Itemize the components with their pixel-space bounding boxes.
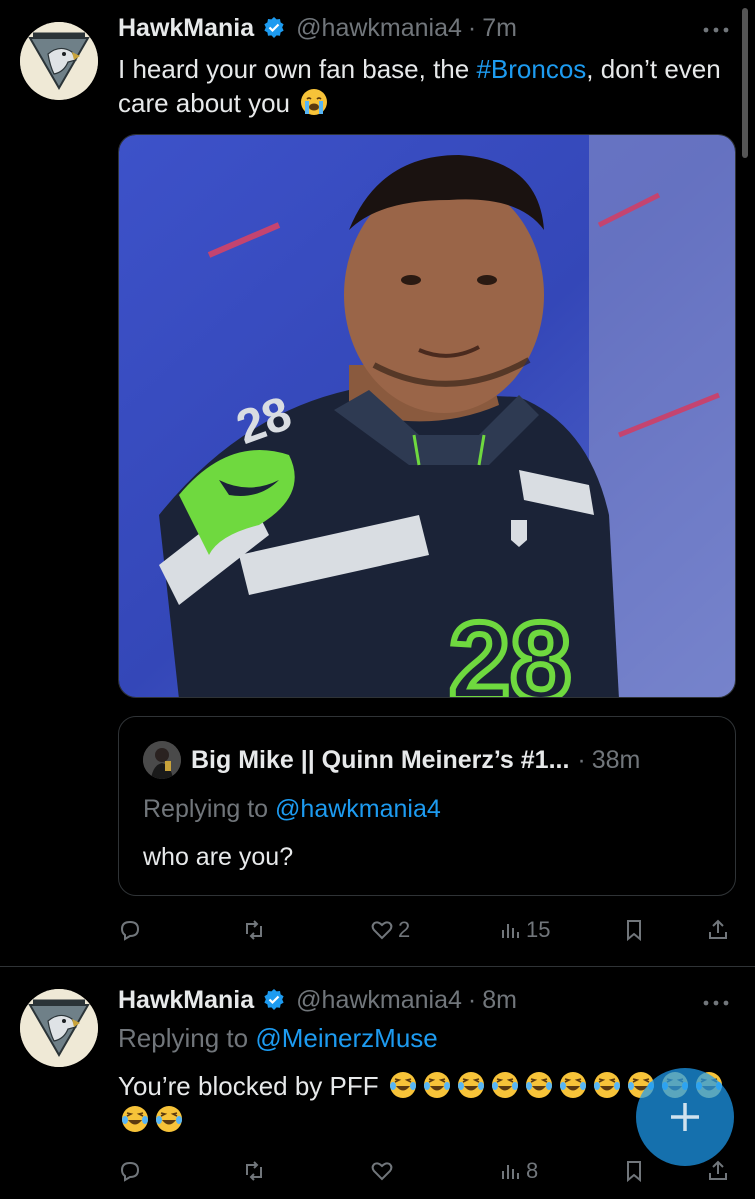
separator-dot: · [467, 985, 477, 1014]
like-count: 2 [398, 917, 411, 942]
tweet-actions: 2 15 [118, 912, 727, 948]
tweet-actions: 8 [118, 1153, 727, 1189]
retweet-icon [246, 920, 262, 940]
reply-button[interactable] [118, 1153, 146, 1189]
more-icon[interactable] [699, 993, 733, 1013]
laughing-emoji-icon [156, 1106, 182, 1132]
bookmark-icon [627, 920, 641, 942]
crying-emoji-icon [301, 89, 328, 115]
views-button[interactable]: 8 [498, 1153, 538, 1189]
hawkmania-avatar[interactable] [20, 989, 98, 1067]
verified-badge-icon [264, 989, 284, 1010]
quote-header: Big Mike || Quinn Meinerz’s #1... · 38m [191, 743, 640, 777]
reply-icon [120, 920, 140, 941]
replying-handle-link[interactable]: @MeinerzMuse [255, 1023, 437, 1053]
quote-author-name[interactable]: Big Mike || Quinn Meinerz’s #1... [191, 746, 569, 775]
share-icon [709, 1160, 727, 1180]
bookmark-button[interactable] [622, 912, 646, 948]
retweet-icon [246, 1161, 262, 1181]
like-button[interactable]: 2 [370, 912, 410, 948]
like-button[interactable] [370, 1153, 398, 1189]
views-icon [502, 1165, 519, 1179]
quote-timestamp[interactable]: 38m [592, 746, 641, 775]
scrollbar[interactable] [742, 8, 748, 158]
replying-handle-link[interactable]: @hawkmania4 [275, 795, 441, 823]
laughing-emoji-icon [122, 1106, 148, 1132]
timestamp[interactable]: 7m [482, 14, 517, 43]
laughing-emoji-icon [559, 1072, 586, 1098]
author-name[interactable]: HawkMania [118, 986, 254, 1015]
replying-to: Replying to @MeinerzMuse [118, 1023, 438, 1054]
tweet-1[interactable]: HawkMania @hawkmania4 · 7m I heard your … [0, 0, 755, 966]
views-count: 15 [526, 917, 551, 942]
views-button[interactable]: 15 [498, 912, 550, 948]
reply-icon [120, 1161, 140, 1182]
views-count: 8 [526, 1158, 539, 1183]
author-handle[interactable]: @hawkmania4 [296, 986, 462, 1015]
quote-replying-to: Replying to @hawkmania4 [143, 795, 441, 824]
timestamp[interactable]: 8m [482, 986, 517, 1015]
views-icon [502, 924, 519, 938]
laughing-emoji-icon [457, 1072, 484, 1098]
tweet-media-image[interactable]: 28 28 [118, 134, 736, 698]
replying-label: Replying to [118, 1023, 249, 1053]
like-icon [371, 921, 393, 940]
retweet-button[interactable] [242, 1153, 270, 1189]
bookmark-button[interactable] [622, 1153, 646, 1189]
laughing-emoji-icon [389, 1072, 416, 1098]
quote-avatar-image [143, 741, 181, 779]
tweet-text-start: I heard your own fan base, the [118, 54, 477, 84]
compose-plus-icon [671, 1103, 699, 1131]
quote-text: who are you? [143, 843, 294, 871]
compose-button[interactable] [636, 1068, 734, 1166]
svg-text:28: 28 [449, 600, 571, 698]
tweet-header: HawkMania @hawkmania4 · 8m [118, 980, 517, 1020]
tweet-header: HawkMania @hawkmania4 · 7m [118, 8, 517, 48]
laughing-emoji-icon [525, 1072, 552, 1098]
tweet-text: I heard your own fan base, the #Broncos,… [118, 52, 733, 120]
share-icon [709, 919, 727, 939]
more-icon[interactable] [699, 20, 733, 40]
verified-badge-icon [264, 17, 284, 38]
laughing-emoji-icon [423, 1072, 450, 1098]
reply-button[interactable] [118, 912, 146, 948]
hawkmania-avatar[interactable] [20, 22, 98, 100]
like-icon [371, 1162, 393, 1181]
quote-avatar[interactable] [143, 741, 181, 779]
hawkmania-logo-icon [20, 22, 98, 100]
hashtag-link[interactable]: #Broncos [476, 54, 586, 84]
separator-dot: · [467, 13, 477, 42]
laughing-emoji-icon [593, 1072, 620, 1098]
laughing-emoji-icon [491, 1072, 518, 1098]
retweet-button[interactable] [242, 912, 270, 948]
quoted-tweet[interactable]: Big Mike || Quinn Meinerz’s #1... · 38m … [118, 716, 736, 896]
share-button[interactable] [706, 912, 730, 948]
author-name[interactable]: HawkMania [118, 14, 254, 43]
author-handle[interactable]: @hawkmania4 [296, 14, 462, 43]
player-photo: 28 28 [119, 135, 735, 698]
bookmark-icon [627, 1161, 641, 1183]
tweet-2[interactable]: HawkMania @hawkmania4 · 8m Replying to @… [0, 967, 755, 1199]
replying-label: Replying to [143, 795, 269, 823]
tweet-text-content: You’re blocked by PFF [118, 1071, 379, 1101]
hawkmania-logo-icon [20, 989, 98, 1067]
quote-separator-dot: · [577, 745, 586, 774]
